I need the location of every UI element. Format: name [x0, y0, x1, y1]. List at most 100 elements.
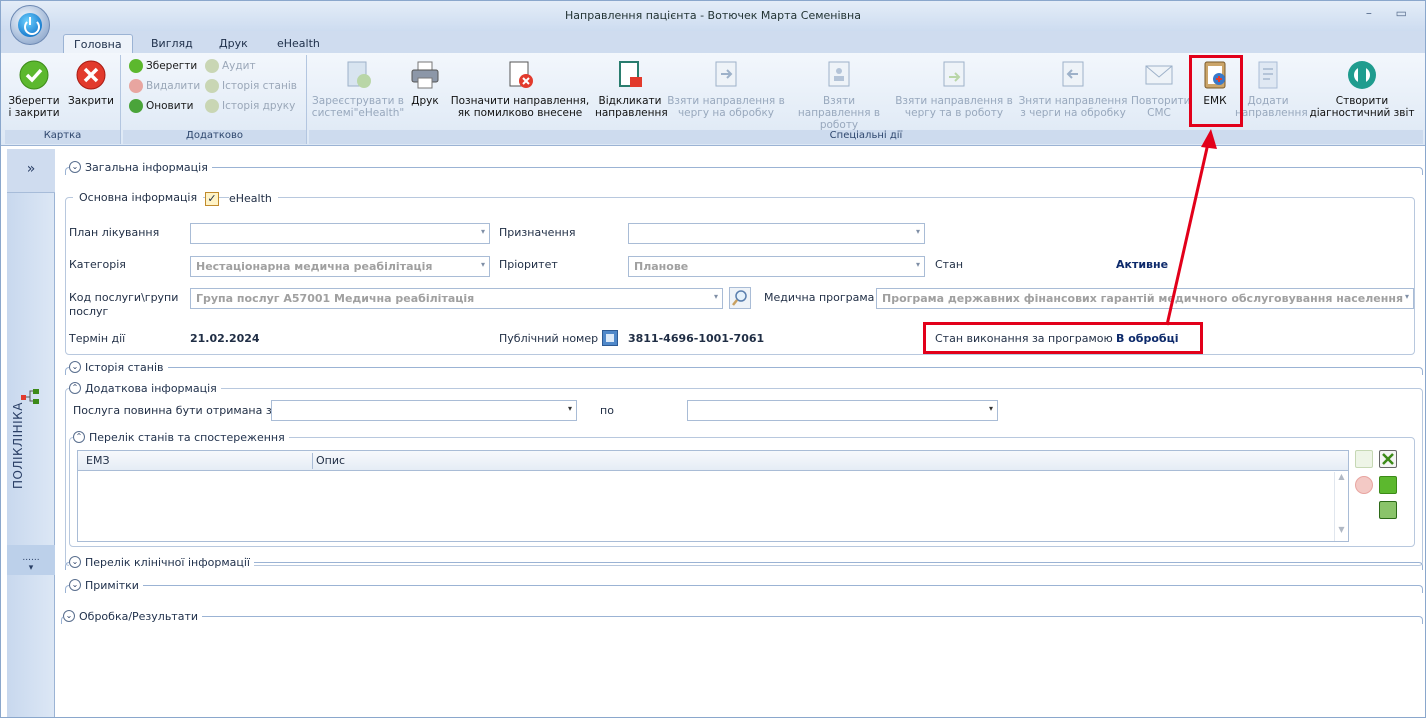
service-from-field[interactable]: ▾	[271, 400, 577, 421]
column-divider	[312, 453, 313, 469]
delete-label: Видалити	[146, 80, 201, 92]
create-report-label: Створити діагностичний звіт	[1309, 95, 1415, 119]
window-controls[interactable]: – ▭	[1366, 6, 1417, 20]
save-close-button[interactable]: Зберегти і закрити	[7, 59, 61, 119]
document-error-icon	[504, 59, 536, 91]
history-print-button[interactable]: Історія друку	[205, 99, 295, 113]
audit-label: Аудит	[222, 60, 256, 72]
chevron-down-icon: ⌄	[69, 579, 81, 591]
save-label: Зберегти	[146, 60, 198, 72]
clinical-section-title: Перелік клінічної інформації	[85, 555, 250, 569]
polyclinic-panel-label[interactable]: ПОЛІКЛІНІКА	[11, 402, 25, 489]
purpose-label: Призначення	[499, 226, 576, 239]
public-number-label: Публічний номер	[499, 332, 599, 345]
basic-info-title: Основна інформація	[73, 191, 204, 204]
processing-section-header[interactable]: ⌄ Обробка/Результати	[63, 609, 203, 623]
refresh-button[interactable]: Оновити	[129, 99, 194, 113]
history-section-frame	[65, 367, 1423, 375]
mark-error-button[interactable]: Позначити направлення, як помилково внес…	[445, 59, 595, 119]
take-queue-work-button[interactable]: Взяти направлення в чергу та в роботу	[893, 59, 1015, 119]
emk-highlight-box	[1189, 55, 1243, 127]
save-button[interactable]: Зберегти	[129, 59, 197, 73]
save-close-label: Зберегти і закрити	[8, 95, 60, 119]
search-service-button[interactable]	[729, 287, 751, 309]
app-menu-orb[interactable]	[10, 5, 50, 45]
add-row-icon[interactable]	[1355, 450, 1373, 468]
take-queue-label: Взяти направлення в чергу на обробку	[667, 95, 785, 119]
tab-view[interactable]: Вигляд	[141, 34, 203, 53]
create-report-button[interactable]: Створити діагностичний звіт	[1303, 59, 1421, 119]
purpose-field[interactable]: ▾	[628, 223, 925, 244]
print-button[interactable]: Друк	[405, 59, 445, 107]
category-field[interactable]: Нестаціонарна медична реабілітація ▾	[190, 256, 490, 277]
expand-panel-button[interactable]: »	[7, 149, 55, 193]
service-to-field[interactable]: ▾	[687, 400, 998, 421]
notes-section-title: Примітки	[85, 578, 139, 592]
register-ehealth-button[interactable]: Зареєструвати в системі"eHealth"	[311, 59, 405, 119]
notes-section-header[interactable]: ⌄ Примітки	[69, 578, 143, 592]
tab-print[interactable]: Друк	[209, 34, 258, 53]
program-value: Програма державних фінансових гарантій м…	[882, 292, 1404, 305]
delete-row-icon[interactable]	[1355, 476, 1373, 494]
tools-icon[interactable]	[1379, 450, 1397, 468]
take-queue-button[interactable]: Взяти направлення в чергу на обробку	[667, 59, 785, 119]
ehealth-checkbox[interactable]: ✓	[205, 192, 219, 206]
program-field[interactable]: Програма державних фінансових гарантій м…	[876, 288, 1414, 309]
take-queue-work-label: Взяти направлення в чергу та в роботу	[895, 95, 1013, 119]
history-section-header[interactable]: ⌄ Історія станів	[69, 360, 168, 374]
chevron-down-icon: ▾	[567, 404, 572, 413]
repeat-sms-label: Повторити СМС	[1131, 95, 1191, 119]
chevron-down-icon: ⌄	[69, 361, 81, 373]
additional-section-header[interactable]: ⌃ Додаткова інформація	[69, 381, 221, 395]
chevron-up-icon: ⌃	[73, 431, 85, 443]
take-work-label: Взяти направлення в роботу	[797, 95, 881, 131]
revoke-button[interactable]: Відкликати направлення	[595, 59, 668, 119]
processing-section-title: Обробка/Результати	[79, 609, 199, 623]
column-emz[interactable]: ЕМЗ	[86, 454, 110, 467]
remove-queue-button[interactable]: Зняти направлення з черги на обробку	[1015, 59, 1131, 119]
add-referral-label: Додати направлення	[1235, 95, 1308, 119]
chevron-down-icon: ▾	[915, 227, 920, 236]
printer-icon	[409, 59, 441, 91]
delete-button[interactable]: Видалити	[129, 79, 200, 93]
term-value: 21.02.2024	[190, 332, 260, 345]
tree-icon[interactable]	[21, 389, 41, 405]
plan-field[interactable]: ▾	[190, 223, 490, 244]
processing-section-frame	[61, 616, 1423, 624]
chevron-down-icon: ▾	[480, 260, 485, 269]
export-icon[interactable]	[1379, 501, 1397, 519]
grid-header: ЕМЗ Опис	[78, 451, 1348, 471]
title-bar: Направлення пацієнта - Вотючек Марта Сем…	[1, 1, 1425, 31]
take-work-button[interactable]: Взяти направлення в роботу	[785, 59, 893, 131]
audit-button[interactable]: Аудит	[205, 59, 256, 73]
grid-scrollbar[interactable]: ▲ ▼	[1334, 472, 1348, 541]
clinical-section-frame	[65, 562, 1423, 570]
add-referral-button[interactable]: Додати направлення	[1235, 59, 1308, 119]
chevron-up-icon: ⌃	[69, 382, 81, 394]
panel-collapse-button[interactable]: ...... ▾	[7, 545, 55, 575]
history-states-button[interactable]: Історія станів	[205, 79, 297, 93]
general-section-header[interactable]: ⌄ Загальна інформація	[69, 160, 212, 174]
history-print-icon	[205, 99, 219, 113]
category-label: Категорія	[69, 258, 126, 271]
copy-number-icon[interactable]	[602, 330, 618, 346]
column-description[interactable]: Опис	[316, 454, 345, 467]
group-special-label: Спеціальні дії	[309, 130, 1423, 144]
close-button[interactable]: Закрити	[63, 59, 119, 107]
clinical-section-header[interactable]: ⌄ Перелік клінічної інформації	[69, 555, 254, 569]
tab-ehealth[interactable]: eHealth	[267, 34, 330, 53]
chevron-down-icon: ▾	[28, 563, 34, 573]
chevron-down-icon: ▾	[1404, 292, 1409, 301]
term-label: Термін дії	[69, 332, 126, 345]
service-field[interactable]: Група послуг А57001 Медична реабілітація…	[190, 288, 723, 309]
notes-section-frame	[65, 585, 1423, 593]
audit-icon	[205, 59, 219, 73]
tab-home[interactable]: Головна	[63, 34, 133, 53]
refresh-icon[interactable]	[1379, 476, 1397, 494]
service-label: Код послуги\групи послуг	[69, 291, 179, 318]
states-list-header[interactable]: ⌃ Перелік станів та спостереження	[73, 430, 289, 444]
repeat-sms-button[interactable]: Повторити СМС	[1131, 59, 1191, 119]
states-grid[interactable]: ЕМЗ Опис ▲ ▼	[77, 450, 1349, 542]
chevron-down-icon: ▾	[915, 260, 920, 269]
priority-field[interactable]: Планове ▾	[628, 256, 925, 277]
